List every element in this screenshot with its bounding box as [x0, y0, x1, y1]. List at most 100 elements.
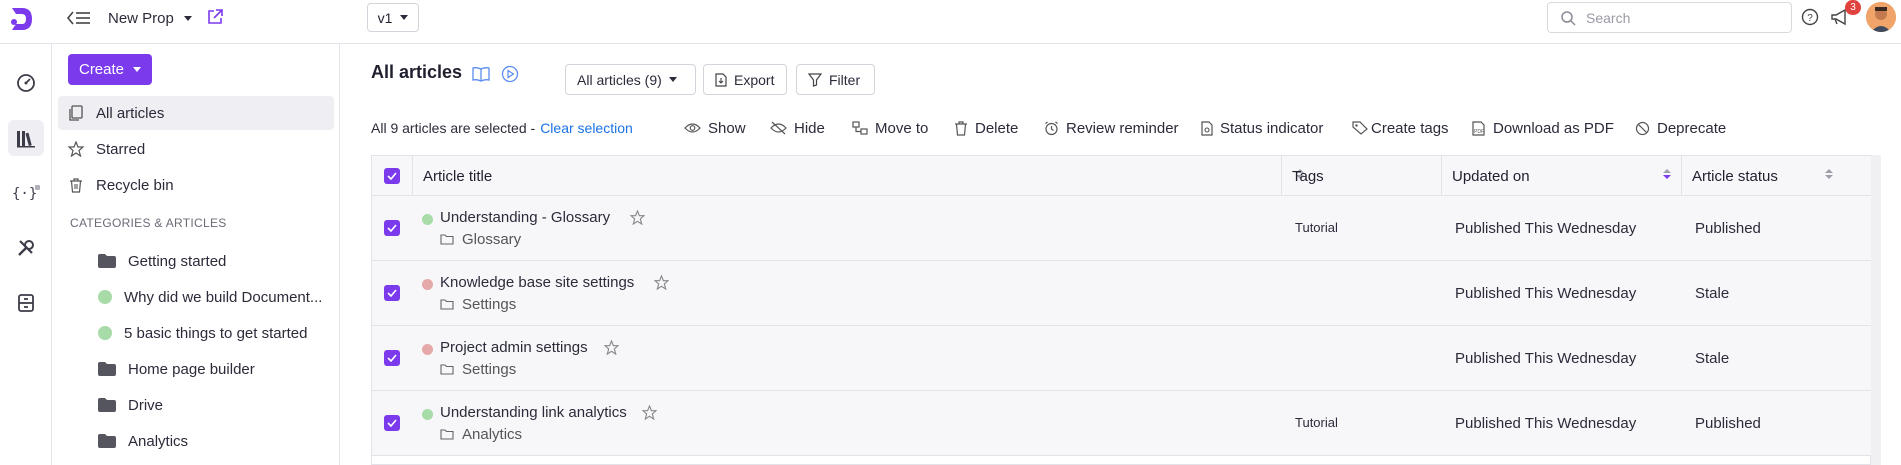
search-icon [1561, 10, 1576, 26]
select-all-checkbox[interactable] [384, 168, 400, 184]
pdf-icon: PDF [1472, 120, 1485, 136]
folder-icon [98, 398, 116, 412]
sidebar-item-starred[interactable]: Starred [58, 132, 334, 166]
play-icon[interactable] [500, 64, 520, 84]
folder-icon [98, 362, 116, 376]
project-selector[interactable]: New Prop [108, 8, 192, 28]
external-link-icon[interactable] [205, 7, 225, 27]
collapse-sidebar-icon[interactable] [66, 8, 92, 28]
filter-button[interactable]: Filter [796, 64, 875, 95]
table-scrollbar[interactable] [1871, 155, 1881, 465]
tree-folder-analytics[interactable]: Analytics [98, 426, 188, 456]
row-checkbox[interactable] [384, 350, 400, 366]
article-title[interactable]: Project admin settings [440, 339, 588, 356]
api-icon[interactable]: {·} [8, 175, 44, 211]
article-title[interactable]: Understanding link analytics [440, 404, 627, 421]
export-file-icon [715, 72, 727, 87]
eye-icon [684, 123, 701, 133]
action-label: Show [708, 119, 746, 137]
action-move-to[interactable]: Move to [852, 117, 928, 139]
copy-icon [69, 105, 83, 121]
tools-icon[interactable] [8, 230, 44, 266]
col-article-status[interactable]: Article status [1681, 156, 1844, 196]
tree-article-5-basic-things[interactable]: 5 basic things to get started [98, 318, 307, 348]
action-review-reminder[interactable]: Review reminder [1044, 117, 1179, 139]
svg-text:{·}: {·} [12, 186, 37, 202]
action-label: Create tags [1371, 119, 1449, 137]
action-label: Deprecate [1657, 119, 1727, 137]
help-icon[interactable]: ? [1800, 7, 1820, 27]
avatar[interactable] [1866, 2, 1896, 32]
table-row[interactable]: Knowledge base site settings Settings Pu… [372, 261, 1872, 326]
export-label: Export [734, 71, 775, 88]
archive-icon[interactable] [8, 285, 44, 321]
tree-folder-getting-started[interactable]: Getting started [98, 246, 226, 276]
version-selector[interactable]: v1 [367, 3, 419, 32]
row-checkbox[interactable] [384, 415, 400, 431]
sort-desc-icon[interactable] [1663, 169, 1671, 179]
sidebar-item-all-articles[interactable]: All articles [58, 96, 334, 130]
create-button[interactable]: Create [68, 54, 152, 85]
article-title[interactable]: Knowledge base site settings [440, 274, 634, 291]
column-label: Article status [1692, 167, 1778, 185]
table-row[interactable]: Project admin settings Settings Publishe… [372, 326, 1872, 391]
selection-text: All 9 articles are selected - [371, 120, 536, 136]
action-show[interactable]: Show [684, 117, 746, 139]
col-updated-on[interactable]: Updated on [1441, 156, 1681, 196]
top-bar: New Prop v1 ? 3 [0, 0, 1901, 44]
row-checkbox[interactable] [384, 220, 400, 236]
book-icon[interactable] [471, 64, 491, 84]
action-deprecate[interactable]: Deprecate [1635, 117, 1726, 139]
star-icon[interactable] [630, 210, 645, 225]
article-status: Published [1695, 415, 1761, 432]
move-icon [852, 121, 868, 135]
action-status-indicator[interactable]: Status indicator [1201, 117, 1323, 139]
status-dot [422, 279, 433, 290]
star-icon[interactable] [604, 340, 619, 355]
row-checkbox[interactable] [384, 285, 400, 301]
dashboard-icon[interactable] [8, 65, 44, 101]
sidebar-item-recycle-bin[interactable]: Recycle bin [58, 168, 334, 202]
icon-rail: {·} [0, 44, 52, 465]
tree-folder-drive[interactable]: Drive [98, 390, 163, 420]
star-icon[interactable] [654, 275, 669, 290]
select-all-checkbox-cell [372, 156, 412, 196]
alarm-icon [1045, 121, 1058, 135]
project-name: New Prop [108, 9, 174, 27]
articles-table: Article title Tags Updated on Article st… [371, 155, 1872, 465]
sort-icon[interactable] [1825, 169, 1833, 179]
clear-selection-link[interactable]: Clear selection [540, 120, 633, 136]
action-download-pdf[interactable]: PDF Download as PDF [1472, 117, 1614, 139]
library-icon[interactable] [8, 120, 44, 156]
status-doc-icon [1201, 120, 1213, 136]
status-dot [422, 214, 433, 225]
articles-filter-dropdown[interactable]: All articles (9) [565, 64, 696, 95]
chevron-down-icon [183, 15, 192, 21]
search-box[interactable] [1547, 2, 1792, 33]
tree-folder-home-page-builder[interactable]: Home page builder [98, 354, 255, 384]
table-header: Article title Tags Updated on Article st… [372, 156, 1872, 196]
article-status: Stale [1695, 285, 1730, 302]
tree-article-why-did-we-build[interactable]: Why did we build Document... [98, 282, 322, 312]
export-button[interactable]: Export [703, 64, 787, 95]
action-delete[interactable]: Delete [954, 117, 1018, 139]
table-row[interactable]: Understanding link analytics Analytics T… [372, 391, 1872, 456]
svg-text:?: ? [1807, 13, 1813, 24]
status-dot [422, 409, 433, 420]
search-input[interactable] [1586, 9, 1766, 26]
action-label: Hide [794, 119, 825, 137]
article-title[interactable]: Understanding - Glossary [440, 209, 610, 226]
col-article-title[interactable]: Article title [412, 156, 1304, 196]
article-updated: Published This Wednesday [1455, 350, 1637, 367]
logo-icon[interactable] [4, 2, 38, 36]
tree-item-label: Drive [128, 396, 164, 414]
action-hide[interactable]: Hide [770, 117, 825, 139]
page-title: All articles [371, 62, 463, 82]
star-icon[interactable] [642, 405, 657, 420]
col-tags[interactable]: Tags [1281, 156, 1441, 196]
table-row[interactable]: Understanding - Glossary Glossary Tutori… [372, 196, 1872, 261]
folder-outline-icon [440, 299, 454, 310]
ban-icon [1635, 121, 1650, 135]
create-label: Create [78, 61, 125, 78]
action-create-tags[interactable]: Create tags [1352, 117, 1449, 139]
